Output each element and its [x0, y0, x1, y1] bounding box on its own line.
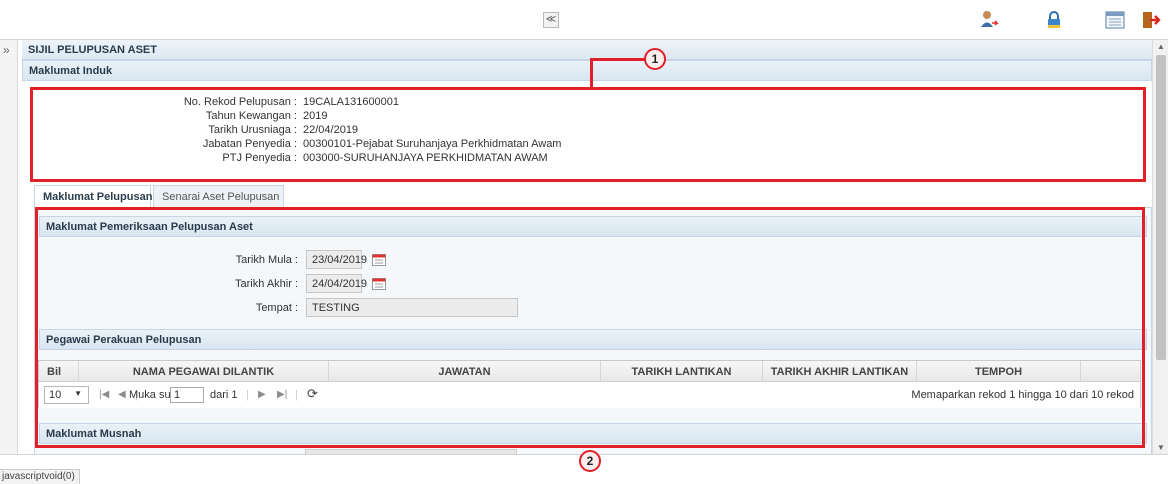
lock-icon[interactable] [1043, 9, 1065, 31]
collapse-header-button[interactable]: ≪ [543, 12, 559, 28]
tab-senarai-aset-pelupusan[interactable]: Senarai Aset Pelupusan [153, 185, 284, 207]
logout-icon[interactable] [1140, 9, 1162, 31]
vertical-scrollbar[interactable]: ▲ ▼ [1152, 40, 1168, 454]
maklumat-induk-section: Maklumat Induk [22, 60, 1152, 81]
annotation-callout-2: 2 [579, 450, 601, 472]
scroll-down-icon[interactable]: ▼ [1157, 443, 1165, 452]
list-view-icon[interactable] [1104, 9, 1126, 31]
annotation-line-1-horizontal [590, 58, 646, 61]
user-switch-icon[interactable] [978, 9, 1000, 31]
maklumat-induk-header: Maklumat Induk [22, 60, 1152, 81]
scroll-up-icon[interactable]: ▲ [1157, 42, 1165, 51]
sidebar-toggle-strip: » [0, 40, 18, 454]
annotation-line-1-vertical [590, 58, 593, 89]
top-toolbar: ≪ [0, 0, 1168, 40]
expand-sidebar-icon[interactable]: » [3, 43, 10, 57]
annotation-box-2 [35, 207, 1145, 448]
annotation-callout-1: 1 [644, 48, 666, 70]
page-title: SIJIL PELUPUSAN ASET [22, 40, 1152, 60]
tab-maklumat-pelupusan[interactable]: Maklumat Pelupusan [34, 185, 152, 207]
status-link-text: javascriptvoid(0) [0, 469, 80, 484]
scroll-thumb[interactable] [1156, 55, 1166, 360]
annotation-box-1 [30, 87, 1146, 182]
